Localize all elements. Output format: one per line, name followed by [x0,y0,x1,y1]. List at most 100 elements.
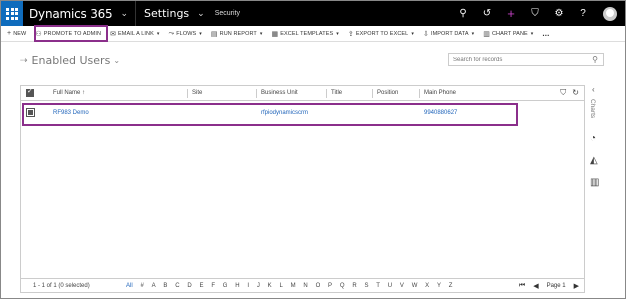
chevron-down-icon[interactable]: ⌄ [121,8,129,19]
column-header-full-name[interactable]: Full Name ↑ [53,90,85,96]
grid-header: Full Name ↑ Site Business Unit Title Pos… [21,86,584,101]
alpha-filter-item[interactable]: U [388,283,392,289]
new-button[interactable]: + NEW [7,30,26,37]
search-icon[interactable]: ⚲ [451,8,475,19]
chevron-down-icon[interactable]: ▾ [157,31,160,37]
alpha-filter-item[interactable]: D [187,283,191,289]
column-divider[interactable] [256,89,257,98]
waffle-icon [6,7,18,20]
help-icon[interactable]: ? [571,8,595,19]
app-name[interactable]: Dynamics 365 [29,7,113,21]
chevron-down-icon[interactable]: ▾ [199,31,202,37]
chevron-down-icon[interactable]: ⌄ [113,56,120,65]
column-divider[interactable] [326,89,327,98]
column-header-business-unit[interactable]: Business Unit [261,90,298,96]
alpha-filter-item[interactable]: X [425,283,429,289]
alpha-filter-item[interactable]: B [163,283,167,289]
bar-chart-icon[interactable]: ▥ [590,177,601,188]
column-header-position[interactable]: Position [377,90,398,96]
alpha-filter-item[interactable]: L [279,283,282,289]
refresh-icon[interactable]: ↻ [572,88,579,98]
chevron-down-icon[interactable]: ▾ [531,31,534,37]
alpha-filter-item[interactable]: All [126,283,133,289]
page-label: Page 1 [546,283,566,289]
chart-pane-label: CHART PANE [491,30,528,37]
run-report-button[interactable]: ▤ RUN REPORT ▾ [211,30,263,38]
search-icon[interactable]: ⚲ [587,54,603,65]
export-to-excel-label: EXPORT TO EXCEL [355,30,409,37]
excel-template-icon: ▦ [271,30,279,38]
alpha-filter-item[interactable]: F [211,283,215,289]
alpha-filter-item[interactable]: I [247,283,249,289]
alpha-filter-item[interactable]: O [316,283,321,289]
report-icon: ▤ [210,30,218,38]
alpha-filter-item[interactable]: J [257,283,260,289]
column-divider[interactable] [372,89,373,98]
import-data-button[interactable]: ⇩ IMPORT DATA ▾ [423,30,474,38]
alpha-filter-item[interactable]: M [291,283,296,289]
alpha-filter-item[interactable]: N [303,283,307,289]
column-header-main-phone[interactable]: Main Phone [424,90,456,96]
divider [135,1,137,26]
app-launcher-button[interactable] [1,1,23,26]
record-count: 1 - 1 of 1 (0 selected) [33,283,90,289]
grid-footer: 1 - 1 of 1 (0 selected) All # A B C D E … [21,278,584,293]
chevron-down-icon[interactable]: ▾ [260,31,263,37]
export-to-excel-button[interactable]: ⇪ EXPORT TO EXCEL ▾ [348,30,414,38]
area-name[interactable]: Settings [144,7,189,20]
chevron-down-icon[interactable]: ▾ [336,31,339,37]
plus-icon[interactable]: + [499,6,523,21]
alpha-filter-item[interactable]: G [223,283,228,289]
alpha-filter-item[interactable]: A [152,283,156,289]
excel-templates-label: EXCEL TEMPLATES [280,30,334,37]
flows-button[interactable]: ⤳ FLOWS ▾ [169,30,202,38]
alphabet-filter: All # A B C D E F G H I J K L M N O P Q … [126,283,452,289]
view-selector[interactable]: ⇢ Enabled Users ⌄ [20,54,120,67]
chevron-down-icon[interactable]: ▾ [411,31,414,37]
charts-side-pane: ‹ Charts ◔ ◭ ▥ [586,85,604,205]
pie-chart-icon[interactable]: ◔ [590,133,601,144]
alpha-filter-item[interactable]: S [364,283,368,289]
charts-label[interactable]: Charts [589,99,596,118]
pager: ⏮ ◀ Page 1 ▶ [519,282,579,290]
alpha-filter-item[interactable]: # [140,283,143,289]
area-chart-icon[interactable]: ◭ [590,155,601,166]
gear-icon[interactable]: ⚙ [547,8,571,19]
next-page-icon[interactable]: ▶ [574,282,579,290]
filter-icon[interactable]: ⛉ [523,8,547,19]
chevron-down-icon[interactable]: ▾ [472,31,475,37]
more-commands-button[interactable]: ... [542,29,549,38]
select-all-checkbox[interactable] [26,87,34,97]
alpha-filter-item[interactable]: H [235,283,239,289]
alpha-filter-item[interactable]: R [352,283,356,289]
email-a-link-label: EMAIL A LINK [118,30,154,37]
first-page-icon[interactable]: ⏮ [519,282,525,290]
alpha-filter-item[interactable]: K [268,283,272,289]
alpha-filter-item[interactable]: Z [449,283,453,289]
alpha-filter-item[interactable]: C [175,283,179,289]
chevron-left-icon[interactable]: ‹ [592,85,595,94]
alpha-filter-item[interactable]: Q [340,283,345,289]
alpha-filter-item[interactable]: V [400,283,404,289]
filter-icon[interactable]: ⛉ [560,88,566,98]
alpha-filter-item[interactable]: P [328,283,332,289]
alpha-filter-item[interactable]: E [200,283,204,289]
chart-pane-button[interactable]: ▥ CHART PANE ▾ [483,30,533,38]
import-data-label: IMPORT DATA [430,30,469,37]
column-divider[interactable] [419,89,420,98]
column-divider[interactable] [187,89,188,98]
highlight-selected-row [22,103,518,126]
history-icon[interactable]: ↺ [475,8,499,19]
column-header-title[interactable]: Title [331,90,342,96]
email-a-link-button[interactable]: ✉ EMAIL A LINK ▾ [110,30,159,38]
alpha-filter-item[interactable]: Y [437,283,441,289]
previous-page-icon[interactable]: ◀ [533,282,538,290]
sub-area-name[interactable]: Security [215,10,240,17]
excel-templates-button[interactable]: ▦ EXCEL TEMPLATES ▾ [272,30,339,38]
search-input[interactable] [449,56,587,63]
alpha-filter-item[interactable]: W [412,283,418,289]
avatar[interactable] [603,6,617,21]
alpha-filter-item[interactable]: T [376,283,380,289]
chevron-down-icon[interactable]: ⌄ [197,8,205,19]
column-header-site[interactable]: Site [192,90,202,96]
